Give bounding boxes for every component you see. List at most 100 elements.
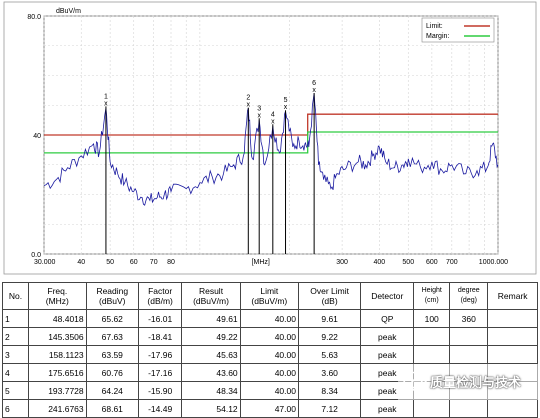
- table-row: 1 48.4018 65.62 -16.01 49.61 40.00 9.61 QP 100 36…: [2, 309, 538, 328]
- cell-limit: 40.00: [239, 363, 299, 382]
- marker-cross: x: [271, 118, 275, 125]
- cell-factor: -17.96: [137, 345, 183, 364]
- x-tick-label: 500: [402, 259, 414, 266]
- cell-over: 9.22: [297, 327, 362, 346]
- marker-cross: x: [312, 87, 316, 94]
- marker-label: 1: [104, 93, 108, 100]
- watermark: 质量检测与技术: [398, 364, 538, 400]
- header-result: Result (dBuV/m): [181, 282, 241, 310]
- marker-label: 4: [271, 111, 275, 118]
- cell-detector: QP: [360, 309, 415, 328]
- cell-result: 48.34: [181, 381, 241, 400]
- x-tick-label: 50: [106, 259, 114, 266]
- x-tick-label: 70: [150, 259, 158, 266]
- marker-cross: x: [257, 112, 261, 119]
- cell-reading: 64.24: [85, 381, 139, 400]
- cell-reading: 60.76: [85, 363, 139, 382]
- legend-label: Margin:: [426, 33, 449, 40]
- header-degree: degree (deg): [449, 282, 489, 310]
- header-height: Height (cm): [413, 282, 451, 310]
- x-tick-label: 60: [130, 259, 138, 266]
- header-detector: Detector: [360, 282, 415, 310]
- cell-over: 8.34: [297, 381, 362, 400]
- cell-over: 9.61: [297, 309, 362, 328]
- marker-label: 2: [246, 95, 250, 102]
- cell-height: [413, 327, 451, 346]
- legend-label: Limit:: [426, 23, 443, 30]
- cell-limit: 47.00: [239, 399, 299, 418]
- cell-height: [413, 399, 451, 418]
- header-freq: Freq. (MHz): [27, 282, 87, 310]
- x-tick-label: 40: [77, 259, 85, 266]
- cell-degree: [449, 327, 489, 346]
- cell-limit: 40.00: [239, 327, 299, 346]
- cell-degree: 360: [449, 309, 489, 328]
- cell-detector: peak: [360, 327, 415, 346]
- marker-cross: x: [284, 104, 288, 111]
- cell-reading: 67.63: [85, 327, 139, 346]
- cell-no: 5: [2, 381, 29, 400]
- cell-remark: [487, 345, 538, 364]
- cell-limit: 40.00: [239, 381, 299, 400]
- cell-over: 5.63: [297, 345, 362, 364]
- cell-freq: 158.1123: [27, 345, 87, 364]
- cell-height: [413, 345, 451, 364]
- x-tick-label: 30.000: [34, 259, 56, 266]
- x-unit-label: [MHz]: [252, 259, 270, 266]
- x-tick-label: 300: [336, 259, 348, 266]
- y-tick-label: 80.0: [27, 14, 41, 21]
- wechat-logo-icon: [403, 371, 428, 393]
- cell-freq: 175.6516: [27, 363, 87, 382]
- cell-remark: [487, 327, 538, 346]
- x-tick-label: 1000.000: [479, 259, 508, 266]
- cell-factor: -18.41: [137, 327, 183, 346]
- cell-remark: [487, 399, 538, 418]
- cell-detector: peak: [360, 345, 415, 364]
- marker-label: 3: [257, 105, 261, 112]
- cell-no: 2: [2, 327, 29, 346]
- cell-factor: -15.90: [137, 381, 183, 400]
- emission-chart-svg: 80.0 40 0.0 dBuV/m 30.000 40 50 60 70 80 300 400 500…: [3, 1, 537, 275]
- cell-degree: [449, 345, 489, 364]
- cell-no: 4: [2, 363, 29, 382]
- cell-over: 7.12: [297, 399, 362, 418]
- y-unit-label: dBuV/m: [56, 8, 81, 15]
- cell-result: 54.12: [181, 399, 241, 418]
- marker-cross: x: [247, 102, 251, 109]
- emission-chart: 80.0 40 0.0 dBuV/m 30.000 40 50 60 70 80 300 400 500…: [0, 0, 540, 276]
- x-tick-label: 400: [374, 259, 386, 266]
- cell-freq: 241.6763: [27, 399, 87, 418]
- cell-degree: [449, 399, 489, 418]
- x-tick-label: 600: [426, 259, 438, 266]
- cell-reading: 63.59: [85, 345, 139, 364]
- cell-height: 100: [413, 309, 451, 328]
- header-no: No.: [2, 282, 29, 310]
- cell-freq: 193.7728: [27, 381, 87, 400]
- header-factor: Factor (dB/m): [137, 282, 183, 310]
- cell-factor: -16.01: [137, 309, 183, 328]
- watermark-text: 质量检测与技术: [430, 375, 522, 390]
- table-row: 2 145.3506 67.63 -18.41 49.22 40.00 9.22 peak: [2, 327, 538, 346]
- header-reading: Reading (dBuV): [85, 282, 139, 310]
- cell-reading: 65.62: [85, 309, 139, 328]
- cell-no: 1: [2, 309, 29, 328]
- table-row: 3 158.1123 63.59 -17.96 45.63 40.00 5.63 peak: [2, 345, 538, 364]
- results-header-row: No. Freq. (MHz) Reading (dBuV) Factor (dB/m) Re…: [2, 282, 538, 310]
- marker-label: 6: [312, 80, 316, 87]
- cell-limit: 40.00: [239, 309, 299, 328]
- cell-freq: 48.4018: [27, 309, 87, 328]
- y-tick-label: 0.0: [31, 252, 41, 259]
- marker-cross: x: [104, 100, 108, 107]
- cell-result: 49.61: [181, 309, 241, 328]
- header-limit: Limit (dBuV/m): [239, 282, 299, 310]
- x-tick-label: 700: [446, 259, 458, 266]
- cell-result: 43.60: [181, 363, 241, 382]
- cell-reading: 68.61: [85, 399, 139, 418]
- cell-factor: -14.49: [137, 399, 183, 418]
- cell-no: 3: [2, 345, 29, 364]
- cell-no: 6: [2, 399, 29, 418]
- header-remark: Remark: [487, 282, 538, 310]
- cell-limit: 40.00: [239, 345, 299, 364]
- marker-label: 5: [284, 97, 288, 104]
- cell-freq: 145.3506: [27, 327, 87, 346]
